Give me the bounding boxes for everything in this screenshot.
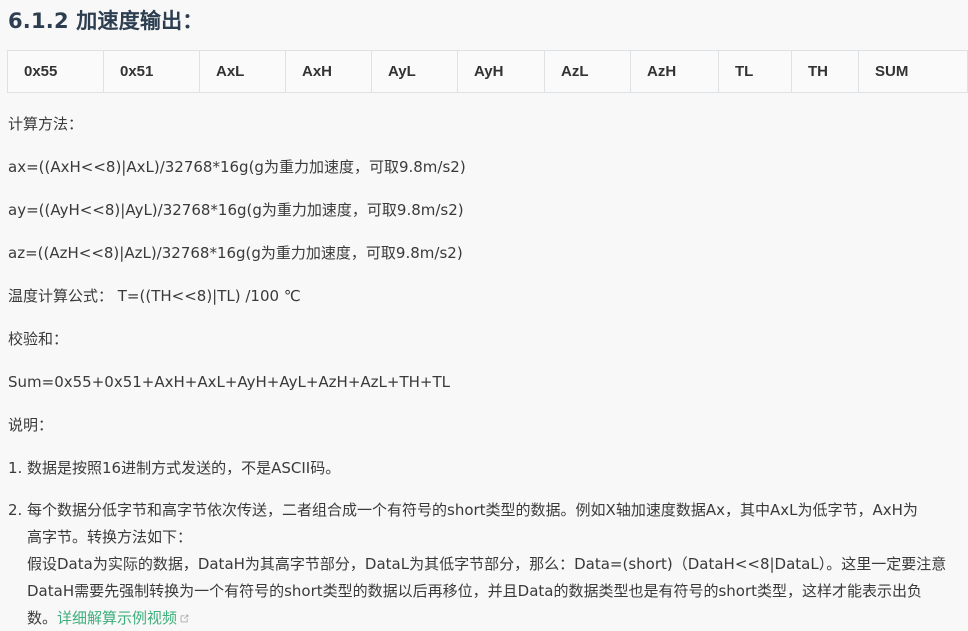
formula-ax: ax=((AxH<<8)|AxL)/32768*16g(g为重力加速度，可取9.… bbox=[8, 158, 466, 176]
list-item-line: 数。详细解算示例视频 bbox=[27, 605, 968, 631]
formula-az: az=((AzH<<8)|AzL)/32768*16g(g为重力加速度，可取9.… bbox=[8, 244, 463, 262]
table-cell: 0x55 bbox=[7, 50, 104, 93]
formula-ay: ay=((AyH<<8)|AyL)/32768*16g(g为重力加速度，可取9.… bbox=[8, 201, 464, 219]
table-cell: TL bbox=[718, 50, 792, 93]
list-item-text: 数。 bbox=[27, 609, 58, 627]
list-item-line: 每个数据分低字节和高字节依次传送，二者组合成一个有符号的short类型的数据。例… bbox=[27, 501, 918, 519]
list-item-number: 1. bbox=[8, 459, 23, 477]
list-item-line: 高字节。转换方法如下： bbox=[27, 528, 193, 546]
table-cell: AxH bbox=[285, 50, 372, 93]
table-cell: AzL bbox=[544, 50, 631, 93]
table-cell: SUM bbox=[858, 50, 968, 93]
list-item-body: 每个数据分低字节和高字节依次传送，二者组合成一个有符号的short类型的数据。例… bbox=[27, 497, 968, 631]
table-cell: AxL bbox=[199, 50, 286, 93]
temperature-formula: 温度计算公式： T=((TH<<8)|TL) /100 ℃ bbox=[8, 287, 301, 305]
list-item-number: 2. bbox=[8, 501, 23, 519]
checksum-label: 校验和： bbox=[8, 330, 69, 348]
table-cell: AyH bbox=[457, 50, 545, 93]
example-video-link-label: 详细解算示例视频 bbox=[57, 609, 178, 627]
packet-format-table: 0x55 0x51 AxL AxH AyL AyH AzL AzH TL TH … bbox=[7, 50, 968, 93]
checksum-formula: Sum=0x55+0x51+AxH+AxL+AyH+AyL+AzH+AzL+TH… bbox=[8, 373, 450, 391]
list-item-line: 假设Data为实际的数据，DataH为其高字节部分，DataL为其低字节部分，那… bbox=[27, 555, 947, 573]
notes-label: 说明： bbox=[8, 416, 54, 434]
table-cell: 0x51 bbox=[103, 50, 200, 93]
example-video-link[interactable]: 详细解算示例视频 bbox=[57, 609, 190, 627]
external-link-icon bbox=[180, 614, 189, 623]
calc-method-label: 计算方法： bbox=[8, 115, 84, 133]
table-cell: AyL bbox=[371, 50, 458, 93]
table-row: 0x55 0x51 AxL AxH AyL AyH AzL AzH TL TH … bbox=[7, 50, 968, 93]
section-heading: 6.1.2 加速度输出： bbox=[8, 9, 204, 33]
list-item-text: 数据是按照16进制方式发送的，不是ASCII码。 bbox=[27, 459, 341, 477]
table-cell: AzH bbox=[630, 50, 719, 93]
list-item-line: DataH需要先强制转换为一个有符号的short类型的数据以后再移位，并且Dat… bbox=[27, 582, 923, 600]
document-page: 6.1.2 加速度输出： 0x55 0x51 AxL AxH AyL AyH A… bbox=[0, 0, 968, 631]
table-cell: TH bbox=[791, 50, 859, 93]
